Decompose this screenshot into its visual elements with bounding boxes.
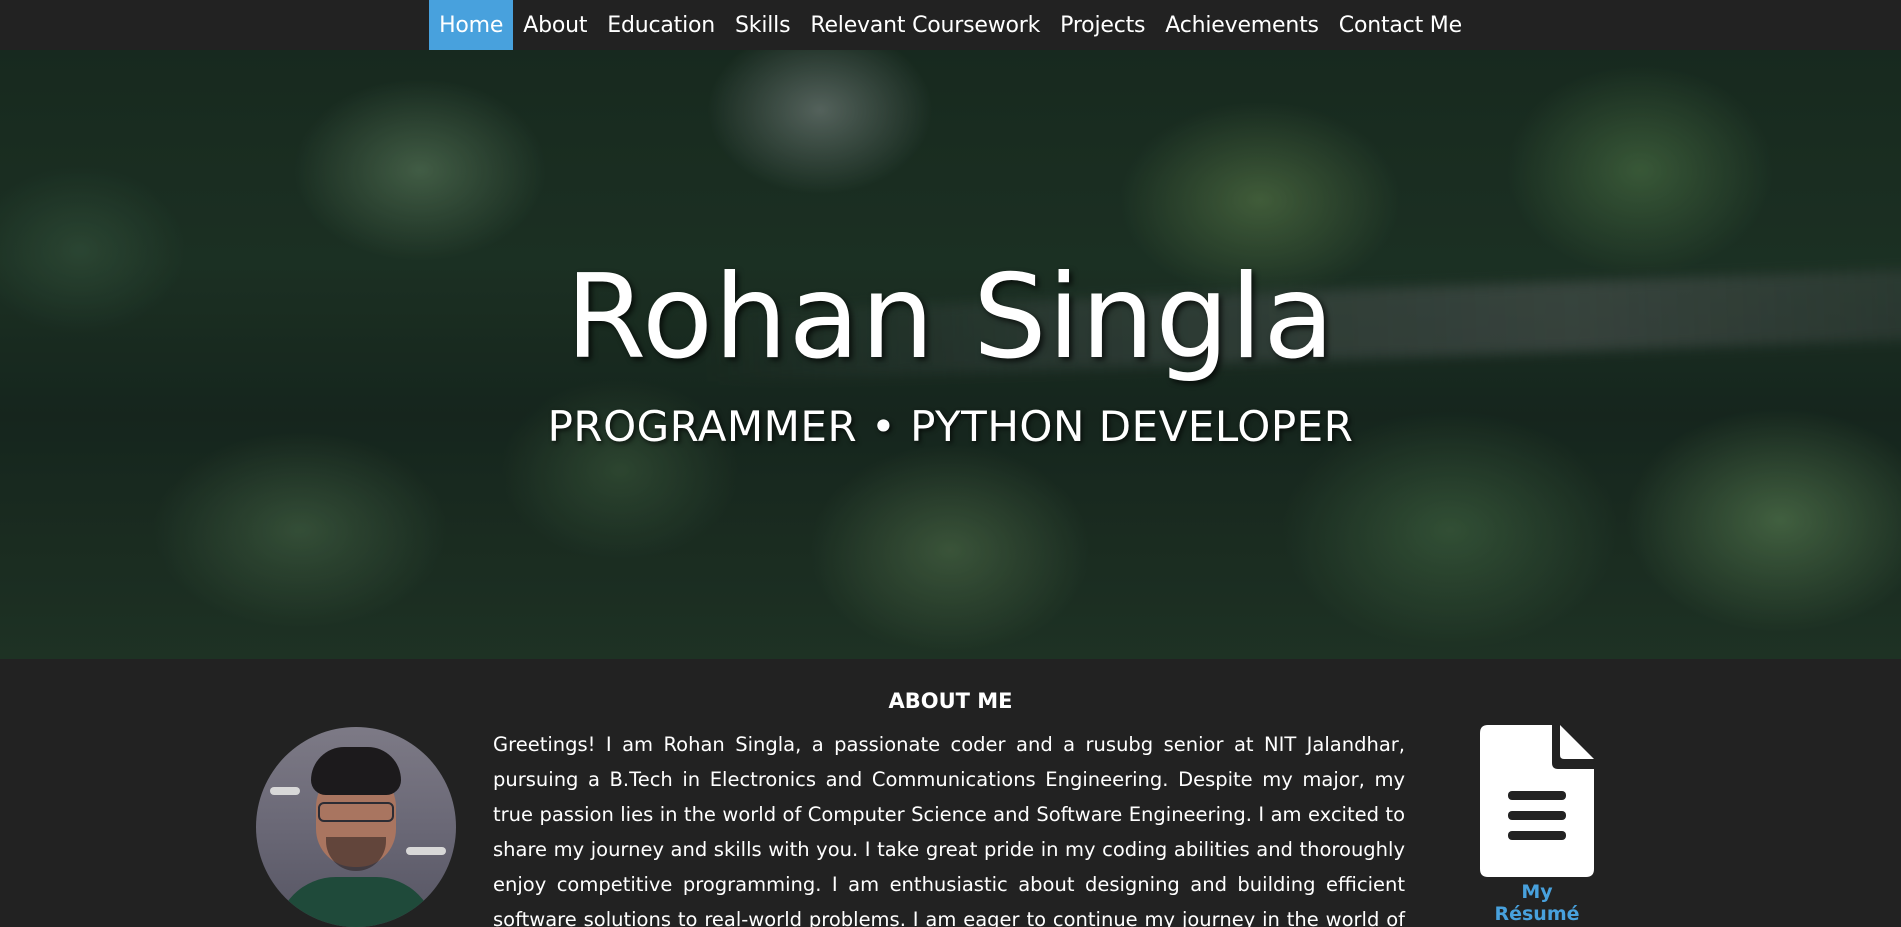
- nav-item-skills[interactable]: Skills: [725, 0, 800, 50]
- nav-item-contact-me[interactable]: Contact Me: [1329, 0, 1472, 50]
- nav-item-about[interactable]: About: [513, 0, 597, 50]
- file-document-icon: [1480, 725, 1594, 877]
- nav-item-achievements[interactable]: Achievements: [1155, 0, 1329, 50]
- nav-item-education[interactable]: Education: [597, 0, 725, 50]
- about-paragraph: Greetings! I am Rohan Singla, a passiona…: [493, 733, 1405, 927]
- top-navbar: Home About Education Skills Relevant Cou…: [0, 0, 1901, 50]
- about-section: ABOUT ME Greetings! I am Rohan Singla, a…: [0, 659, 1901, 927]
- resume-link[interactable]: My Résumé: [1480, 725, 1594, 925]
- about-heading: ABOUT ME: [888, 689, 1013, 713]
- nav-item-relevant-coursework[interactable]: Relevant Coursework: [800, 0, 1050, 50]
- resume-label: My Résumé: [1494, 881, 1580, 925]
- hero-name: Rohan Singla: [565, 250, 1336, 385]
- hero-tagline: PROGRAMMER • PYTHON DEVELOPER: [547, 402, 1354, 451]
- hero-banner: Rohan Singla PROGRAMMER • PYTHON DEVELOP…: [0, 50, 1901, 659]
- profile-photo: [256, 727, 456, 927]
- nav-list: Home About Education Skills Relevant Cou…: [429, 0, 1472, 50]
- nav-item-projects[interactable]: Projects: [1050, 0, 1155, 50]
- nav-item-home[interactable]: Home: [429, 0, 514, 50]
